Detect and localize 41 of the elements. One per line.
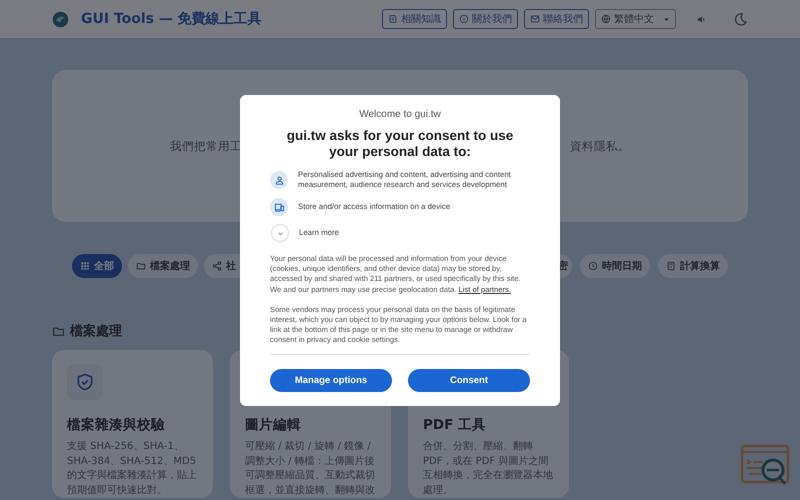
card-title: 檔案雜湊與校驗: [67, 416, 166, 434]
category-chip[interactable]: 計算換算: [658, 254, 728, 278]
mail-icon: [530, 14, 540, 24]
dialog-title: gui.tw asks for your consent to use your personal data to:: [286, 128, 514, 160]
folder-icon: [52, 324, 65, 338]
language-select[interactable]: 繁體中文: [595, 9, 676, 29]
category-chip[interactable]: 時間日期: [580, 254, 650, 278]
hero-text: 資料隱私。: [570, 138, 630, 154]
card-description: 合併、分割、壓縮、翻轉 PDF，或在 PDF 與圖片之間互相轉換，完全在瀏覽器本地處理。: [423, 440, 554, 498]
nav-link[interactable]: 相關知識: [382, 9, 447, 29]
clock-icon: [588, 261, 598, 271]
devices-icon: [270, 198, 288, 216]
logo-icon: [52, 10, 69, 28]
person-icon: [270, 171, 288, 189]
card-description: 可壓縮 / 裁切 / 旋轉 / 鏡像 / 調整大小 / 轉檔：上傳圖片後可調整壓縮品質、互動式裁切框選，並直接旋轉、翻轉與改: [245, 440, 376, 498]
card-description: 支援 SHA-256、SHA-1、SHA-384、SHA-512、MD5 的文字與檔案雜湊計算，貼上預期值即可快速比對。: [67, 440, 198, 498]
document-icon: [388, 14, 398, 24]
globe-icon: [601, 14, 611, 24]
nav-link[interactable]: 聯絡我們: [524, 9, 589, 29]
nav-link[interactable]: 關於我們: [453, 9, 518, 29]
calculator-icon: [666, 261, 676, 271]
dialog-subtitle: Welcome to gui.tw: [358, 109, 442, 120]
section-title: 檔案處理: [70, 322, 122, 340]
hero-text: 我們把常用工: [170, 138, 242, 154]
tool-card[interactable]: 檔案雜湊與校驗 支援 SHA-256、SHA-1、SHA-384、SHA-512、MD5 的文字與檔案雜湊計算，貼上預期值即可快速比對。: [52, 350, 213, 498]
info-icon: [459, 14, 469, 24]
site-title[interactable]: GUI Tools — 免費線上工具: [81, 10, 262, 28]
caret-icon: [663, 16, 670, 22]
folder-icon: [136, 261, 146, 271]
shield-check-icon: [67, 364, 103, 400]
category-chip[interactable]: 檔案處理: [128, 254, 198, 278]
consent-button[interactable]: Consent: [408, 368, 530, 392]
moon-icon[interactable]: [733, 12, 748, 26]
category-chip[interactable]: 全部: [72, 254, 122, 278]
grid-icon: [80, 261, 90, 271]
card-title: PDF 工具: [423, 416, 488, 434]
manage-options-button[interactable]: Manage options: [270, 368, 392, 392]
share-icon: [212, 261, 222, 271]
code-search-icon[interactable]: [740, 444, 790, 486]
volume-icon[interactable]: [696, 14, 707, 24]
card-title: 圖片編輯: [245, 416, 302, 434]
